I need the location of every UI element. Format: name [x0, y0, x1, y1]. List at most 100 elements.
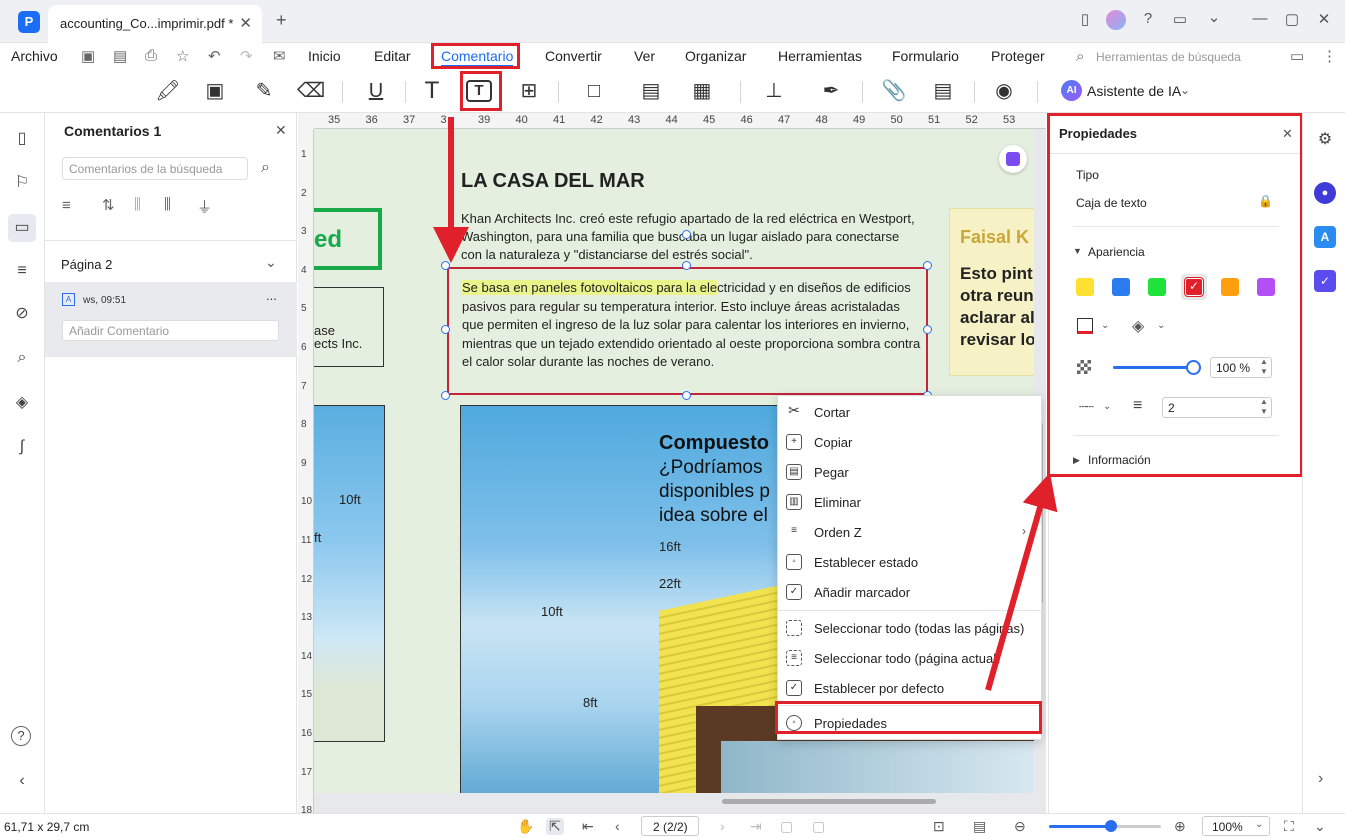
help-icon[interactable]: ? [1138, 10, 1158, 27]
layers-icon[interactable]: ≡ [11, 260, 33, 282]
filter-columns-icon[interactable]: ⫼ [134, 196, 141, 213]
stamp-icon[interactable]: ⊥ [760, 77, 788, 105]
menu-set-default[interactable]: ✓ Establecer por defecto [778, 673, 1042, 703]
minimize-icon[interactable]: — [1250, 10, 1270, 27]
ai-assistant-icon[interactable]: AI [1061, 80, 1082, 101]
signature-rail-icon[interactable]: ∫ [11, 436, 33, 458]
next-page-icon[interactable]: › [720, 818, 725, 834]
mail-icon[interactable]: ✉ [273, 47, 286, 65]
avatar[interactable] [1106, 10, 1126, 30]
text-tool-icon[interactable]: T [418, 77, 446, 105]
menu-copy[interactable]: + Copiar [778, 427, 1042, 457]
resize-handle[interactable] [923, 261, 932, 270]
menu-formulario[interactable]: Formulario [892, 48, 959, 64]
page-number-input[interactable]: 2 (2/2) [641, 816, 699, 836]
sort-icon[interactable]: ⇅ [102, 196, 115, 214]
page-group-label[interactable]: Página 2 [61, 257, 112, 272]
ai-dropdown-chevron-icon[interactable]: ⌄ [1180, 83, 1190, 97]
rotate-handle[interactable] [682, 230, 691, 239]
menu-delete[interactable]: ▥ Eliminar [778, 487, 1042, 517]
new-tab-button[interactable]: + [276, 10, 287, 31]
translate-icon[interactable]: A [1314, 226, 1336, 248]
comments-icon[interactable]: ▭ [8, 214, 36, 242]
resize-handle[interactable] [441, 391, 450, 400]
tablet-icon[interactable]: ▯ [1075, 10, 1095, 28]
underline-icon[interactable]: U [362, 77, 390, 105]
callout-icon[interactable]: ⊞ [515, 77, 543, 105]
resize-handle[interactable] [441, 261, 450, 270]
undo-icon[interactable]: ↶ [208, 47, 221, 65]
first-page-icon[interactable]: ⇤ [582, 818, 594, 835]
list-edit-icon[interactable]: ▤ [929, 77, 957, 105]
resize-handle[interactable] [441, 325, 450, 334]
search-icon[interactable]: ⌕ [11, 347, 33, 369]
column-view-icon[interactable]: ⫼ [164, 196, 171, 213]
area-highlight-icon[interactable]: ▣ [201, 77, 229, 105]
close-panel-icon[interactable]: ✕ [275, 122, 287, 139]
menu-archivo[interactable]: Archivo [11, 48, 58, 64]
select-tool-icon[interactable]: ⇱ [546, 818, 564, 835]
menu-select-all-pages[interactable]: Seleccionar todo (todas las páginas) [778, 613, 1042, 643]
comment-card[interactable]: A ws, 09:51 ... Añadir Comentario [45, 282, 297, 357]
help-icon[interactable]: ? [11, 726, 31, 746]
last-page-icon[interactable]: ⇥ [750, 818, 762, 835]
expand-right-icon[interactable]: › [1318, 770, 1323, 788]
rotate-icon[interactable]: ▢ [780, 818, 793, 835]
shape-icon[interactable]: □ [580, 77, 608, 105]
message-icon[interactable]: ▭ [1170, 10, 1190, 28]
page-thumbnail-icon[interactable]: ▯ [11, 128, 33, 150]
star-icon[interactable]: ☆ [176, 47, 189, 65]
menu-cut[interactable]: ✂ Cortar [778, 397, 1042, 427]
maximize-icon[interactable]: ▢ [1282, 10, 1302, 28]
add-comment-input[interactable]: Añadir Comentario [62, 320, 279, 341]
dropdown-chevron-icon[interactable]: ⌄ [1204, 8, 1224, 26]
menu-inicio[interactable]: Inicio [308, 48, 341, 64]
stack-icon[interactable]: ◈ [11, 392, 33, 414]
print-icon[interactable]: ⎙ [145, 47, 157, 64]
fullscreen-icon[interactable]: ⛶ [1284, 818, 1294, 835]
bookmark-icon[interactable]: ⚐ [11, 172, 33, 194]
document-canvas[interactable]: 35 36 37 3 39 40 41 42 43 44 45 46 47 48 49 50 51 52 53 12… [298, 113, 1046, 813]
highlight-tool-icon[interactable]: 🖍 [154, 77, 182, 105]
menu-set-status[interactable]: ◦ Establecer estado [778, 547, 1042, 577]
pencil-icon[interactable]: ✎ [250, 77, 278, 105]
menu-editar[interactable]: Editar [374, 48, 411, 64]
menu-ver[interactable]: Ver [634, 48, 655, 64]
floating-ai-button[interactable] [999, 145, 1027, 173]
search-icon[interactable]: ⌕ [261, 159, 270, 177]
redo-icon[interactable]: ↷ [240, 47, 253, 65]
zoom-level-input[interactable]: 100% ⌄ [1202, 816, 1270, 836]
more-options-icon[interactable]: ... [266, 288, 277, 303]
close-tab-icon[interactable]: ✕ [239, 14, 252, 32]
collapse-all-icon[interactable]: ≡ [62, 197, 71, 214]
menu-herramientas[interactable]: Herramientas [778, 48, 862, 64]
horizontal-scrollbar[interactable] [722, 799, 936, 804]
note-icon[interactable]: ▤ [637, 77, 665, 105]
hand-tool-icon[interactable]: ✋ [517, 818, 534, 835]
fit-page-icon[interactable]: ⊡ [933, 818, 945, 835]
menu-proteger[interactable]: Proteger [991, 48, 1045, 64]
ai-robot-icon[interactable]: ● [1314, 182, 1336, 204]
checklist-icon[interactable]: ✓ [1314, 270, 1336, 292]
more-options-icon[interactable]: ⋮ [1322, 47, 1337, 65]
close-window-icon[interactable]: ✕ [1314, 10, 1334, 28]
menu-paste[interactable]: ▤ Pegar [778, 457, 1042, 487]
previous-page-icon[interactable]: ‹ [615, 818, 620, 834]
ai-assistant-label[interactable]: Asistente de IA [1087, 83, 1181, 99]
tool-search-input[interactable]: Herramientas de búsqueda [1096, 50, 1241, 64]
resize-handle[interactable] [923, 325, 932, 334]
attachment-icon[interactable]: ⊘ [11, 303, 33, 325]
menu-select-current-page[interactable]: ≡ Seleccionar todo (página actual) [778, 643, 1042, 673]
resize-handle[interactable] [682, 261, 691, 270]
resize-handle[interactable] [682, 391, 691, 400]
crop-icon[interactable]: ▢ [812, 818, 825, 835]
comment-search-input[interactable]: Comentarios de la búsqueda [62, 157, 248, 180]
collapse-status-icon[interactable]: ⌄ [1314, 818, 1326, 835]
chevron-down-icon[interactable]: ⌄ [1255, 819, 1263, 830]
zoom-slider-thumb[interactable] [1104, 820, 1117, 832]
eye-icon[interactable]: ◉ [990, 77, 1018, 105]
menu-organizar[interactable]: Organizar [685, 48, 746, 64]
measure-icon[interactable]: ▦ [688, 77, 716, 105]
save-icon[interactable]: ▣ [81, 47, 95, 65]
attachment-icon[interactable]: 📎 [880, 77, 908, 105]
